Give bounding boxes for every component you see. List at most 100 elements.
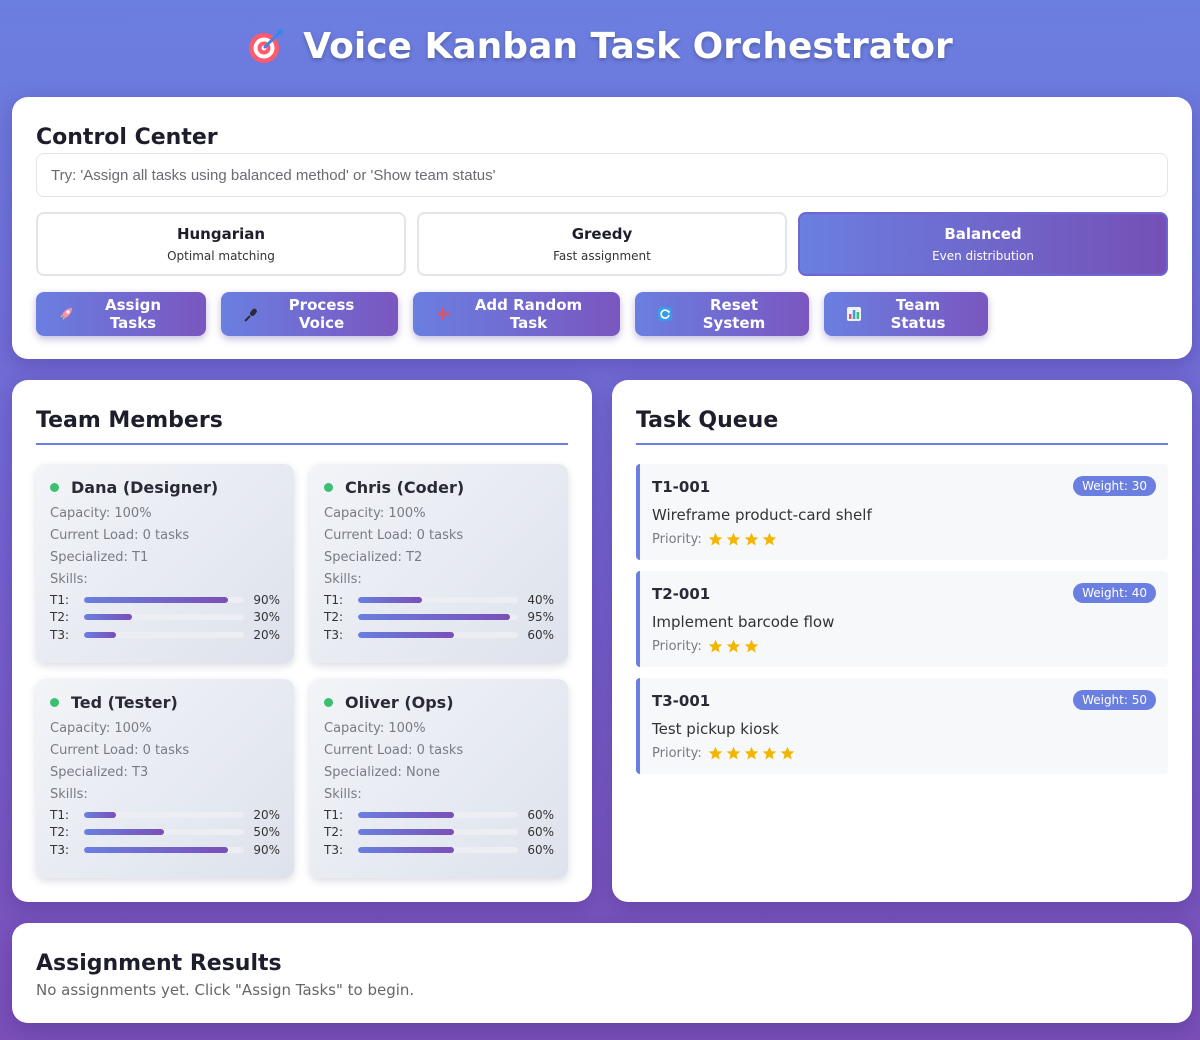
skill-label: T2: xyxy=(324,610,344,625)
member-skills-label: Skills: xyxy=(50,787,88,802)
skill-label: T1: xyxy=(50,807,70,822)
member-header: Oliver (Ops) xyxy=(324,693,554,712)
member-header: Dana (Designer) xyxy=(50,478,280,497)
skill-bar xyxy=(84,811,244,818)
skill-bar xyxy=(84,614,244,621)
control-center-heading: Control Center xyxy=(36,125,218,150)
task-card[interactable]: T2-001 Weight: 40 Implement barcode flow… xyxy=(636,571,1168,667)
member-card[interactable]: Oliver (Ops) Capacity: 100% Current Load… xyxy=(310,679,568,878)
skill-row: T3: 20% xyxy=(50,626,280,644)
member-card[interactable]: Dana (Designer) Capacity: 100% Current L… xyxy=(36,464,294,663)
star-icon xyxy=(726,746,741,761)
assign-tasks-label: Assign Tasks xyxy=(104,296,162,332)
member-header: Chris (Coder) xyxy=(324,478,554,497)
member-capacity: Capacity: 100% xyxy=(50,721,152,736)
skill-bar xyxy=(84,596,244,603)
member-specialized: Specialized: T3 xyxy=(50,765,149,780)
member-card[interactable]: Ted (Tester) Capacity: 100% Current Load… xyxy=(36,679,294,878)
skill-bar-fill xyxy=(358,631,454,638)
skill-percent: 20% xyxy=(253,807,280,822)
skill-percent: 60% xyxy=(527,627,554,642)
skill-percent: 95% xyxy=(527,610,554,625)
task-list: T1-001 Weight: 30 Wireframe product-card… xyxy=(636,464,1168,785)
skill-bar-fill xyxy=(84,829,164,836)
skill-label: T2: xyxy=(324,825,344,840)
skill-bar-fill xyxy=(84,631,116,638)
member-skills-label: Skills: xyxy=(324,572,362,587)
skill-bar xyxy=(358,631,518,638)
star-icon xyxy=(780,746,795,761)
skill-label: T1: xyxy=(324,807,344,822)
skill-percent: 30% xyxy=(253,610,280,625)
method-desc: Even distribution xyxy=(932,249,1034,263)
skill-percent: 60% xyxy=(527,842,554,857)
skill-bar-fill xyxy=(84,811,116,818)
command-input[interactable] xyxy=(36,153,1168,197)
member-load: Current Load: 0 tasks xyxy=(324,528,464,543)
skill-row: T1: 20% xyxy=(50,806,280,824)
star-icon xyxy=(744,532,759,547)
member-card[interactable]: Chris (Coder) Capacity: 100% Current Loa… xyxy=(310,464,568,663)
method-name: Hungarian xyxy=(176,225,266,243)
method-desc: Optimal matching xyxy=(167,249,275,263)
method-name: Greedy xyxy=(571,225,633,243)
plus-icon xyxy=(435,306,451,322)
task-queue-header: Task Queue xyxy=(636,408,1168,445)
team-status-button[interactable]: Team Status xyxy=(824,292,988,336)
star-icon xyxy=(708,639,723,654)
control-center-panel: Control Center Hungarian Optimal matchin… xyxy=(12,97,1192,359)
reset-system-button[interactable]: Reset System xyxy=(635,292,809,336)
skill-bar-fill xyxy=(358,846,454,853)
skill-bar-fill xyxy=(84,596,228,603)
task-queue-panel: Task Queue T1-001 Weight: 30 Wireframe p… xyxy=(612,380,1192,902)
skill-percent: 20% xyxy=(253,627,280,642)
team-members-heading: Team Members xyxy=(36,408,223,433)
weight-badge: Weight: 50 xyxy=(1073,690,1156,710)
member-grid: Dana (Designer) Capacity: 100% Current L… xyxy=(36,464,568,878)
member-skills-label: Skills: xyxy=(324,787,362,802)
method-balanced[interactable]: Balanced Even distribution xyxy=(798,212,1168,276)
skill-row: T1: 40% xyxy=(324,591,554,609)
assign-tasks-button[interactable]: Assign Tasks xyxy=(36,292,206,336)
skill-bar xyxy=(358,596,518,603)
skill-bar xyxy=(84,829,244,836)
skill-row: T3: 60% xyxy=(324,626,554,644)
online-status-dot xyxy=(50,483,59,492)
skill-label: T1: xyxy=(324,592,344,607)
rocket-icon xyxy=(58,306,74,322)
process-voice-button[interactable]: Process Voice xyxy=(221,292,398,336)
task-title: Wireframe product-card shelf xyxy=(652,506,872,524)
member-specialized: Specialized: T1 xyxy=(50,550,149,565)
online-status-dot xyxy=(324,483,333,492)
task-card[interactable]: T3-001 Weight: 50 Test pickup kiosk Prio… xyxy=(636,678,1168,774)
skill-row: T3: 90% xyxy=(50,841,280,859)
star-icon xyxy=(708,532,723,547)
skill-bar xyxy=(358,811,518,818)
star-icon xyxy=(708,746,723,761)
skill-percent: 60% xyxy=(527,807,554,822)
weight-badge: Weight: 40 xyxy=(1073,583,1156,603)
skill-row: T2: 30% xyxy=(50,609,280,627)
member-load: Current Load: 0 tasks xyxy=(50,743,190,758)
member-capacity: Capacity: 100% xyxy=(324,721,426,736)
task-priority: Priority: xyxy=(652,532,1156,547)
skill-bar-fill xyxy=(84,614,132,621)
priority-stars xyxy=(708,746,795,761)
member-specialized: Specialized: T2 xyxy=(324,550,423,565)
skill-label: T3: xyxy=(50,627,70,642)
method-greedy[interactable]: Greedy Fast assignment xyxy=(417,212,787,276)
weight-badge: Weight: 30 xyxy=(1073,476,1156,496)
skill-bar xyxy=(358,614,518,621)
priority-stars xyxy=(708,532,777,547)
skill-percent: 40% xyxy=(527,592,554,607)
task-card[interactable]: T1-001 Weight: 30 Wireframe product-card… xyxy=(636,464,1168,560)
online-status-dot xyxy=(50,698,59,707)
star-icon xyxy=(744,639,759,654)
method-hungarian[interactable]: Hungarian Optimal matching xyxy=(36,212,406,276)
skill-label: T1: xyxy=(50,592,70,607)
star-icon xyxy=(762,746,777,761)
skill-label: T2: xyxy=(50,825,70,840)
online-status-dot xyxy=(324,698,333,707)
add-random-task-button[interactable]: Add Random Task xyxy=(413,292,620,336)
skill-row: T2: 60% xyxy=(324,824,554,842)
